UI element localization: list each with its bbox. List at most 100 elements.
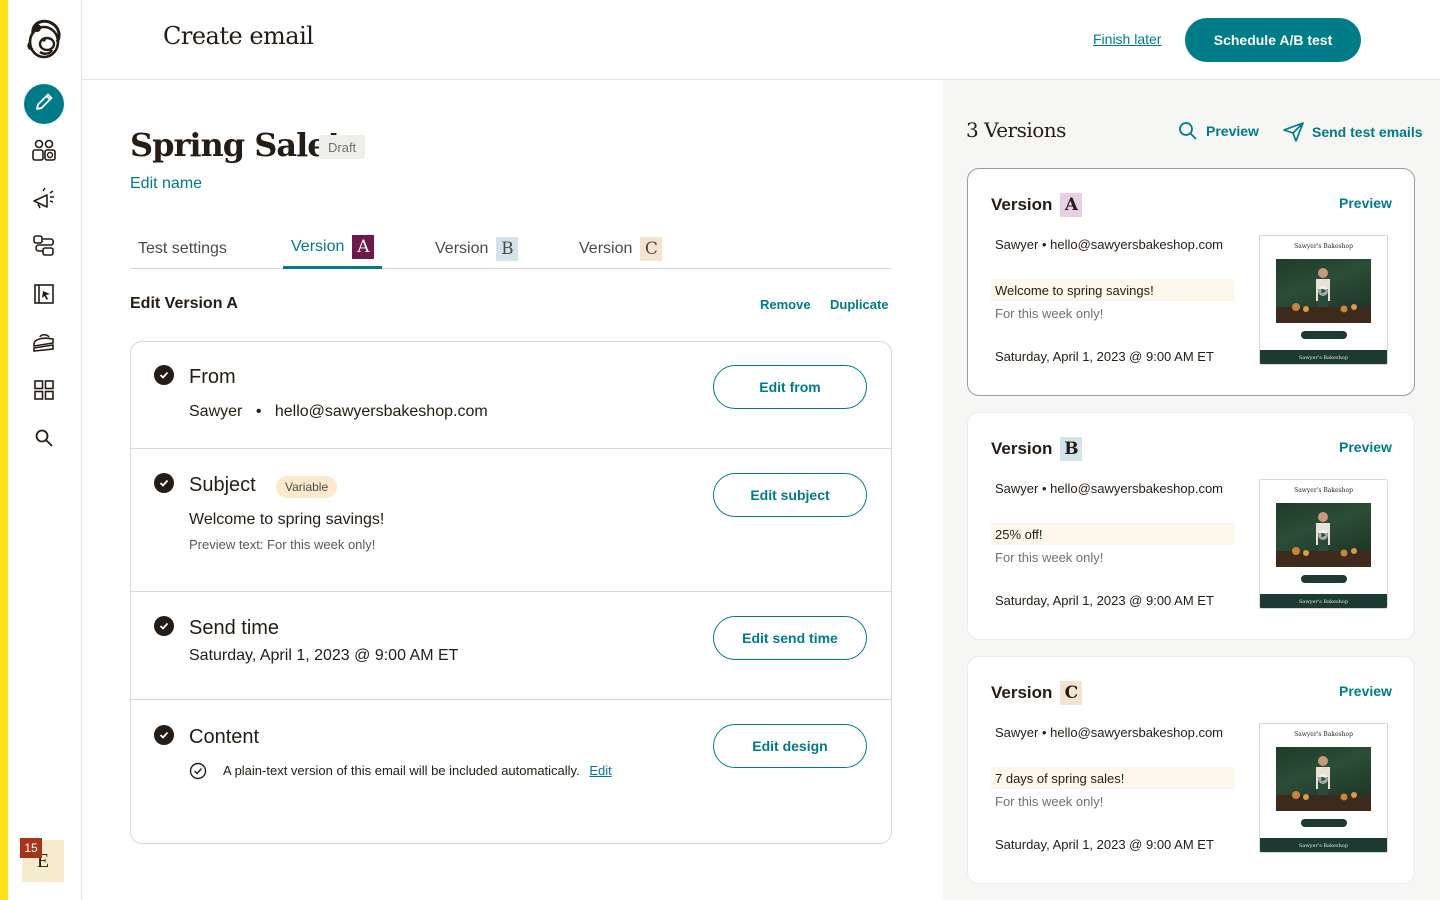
- sidebar-item-search[interactable]: [24, 420, 64, 460]
- from-name: Sawyer: [189, 403, 243, 420]
- version-card-b[interactable]: Version B Preview Sawyer • hello@sawyers…: [967, 412, 1415, 640]
- website-icon: [32, 282, 56, 311]
- thumbnail-photo: [1276, 259, 1371, 323]
- sidebar-item-content[interactable]: [24, 324, 64, 364]
- version-preview-text: For this week only!: [995, 794, 1104, 809]
- edit-name-link[interactable]: Edit name: [130, 175, 202, 193]
- campaign-name: Spring Sale!: [130, 126, 341, 164]
- search-icon: [1177, 120, 1199, 142]
- sidebar-item-create[interactable]: [24, 84, 64, 124]
- edit-design-button[interactable]: Edit design: [713, 724, 867, 768]
- search-icon: [33, 427, 55, 454]
- thumbnail-footer: Sawyer's Bakeshop: [1260, 594, 1387, 608]
- tab-label: Version: [435, 239, 489, 257]
- version-from: Sawyer • hello@sawyersbakeshop.com: [995, 237, 1224, 252]
- checklist-card: From Sawyer • hello@sawyersbakeshop.com …: [130, 341, 892, 844]
- tab-label: Version: [291, 238, 345, 255]
- edit-from-button[interactable]: Edit from: [713, 365, 867, 409]
- pencil-icon: [33, 91, 55, 118]
- version-preview-link[interactable]: Preview: [1339, 439, 1392, 455]
- tab-version-a[interactable]: Version A: [283, 228, 383, 269]
- send-test-emails-button[interactable]: Send test emails: [1282, 120, 1423, 144]
- checkmark-icon: [154, 725, 174, 745]
- preview-button[interactable]: Preview: [1177, 120, 1259, 142]
- schedule-ab-test-button[interactable]: Schedule A/B test: [1185, 18, 1361, 62]
- subject-section: Subject Variable Welcome to spring savin…: [131, 449, 891, 592]
- version-card-c[interactable]: Version C Preview Sawyer • hello@sawyers…: [967, 656, 1415, 884]
- thumbnail-button: [1301, 819, 1347, 827]
- section-heading: Edit Version A: [130, 295, 238, 312]
- versions-title: 3 Versions: [966, 118, 1066, 142]
- email-thumbnail: Sawyer's Bakeshop Sawyer's Bakeshop: [1259, 723, 1388, 853]
- audience-icon: [31, 137, 57, 168]
- finish-later-link[interactable]: Finish later: [1093, 31, 1161, 47]
- version-preview-text: For this week only!: [995, 306, 1104, 321]
- sidebar-item-integrations[interactable]: [24, 372, 64, 412]
- subject-value: Welcome to spring savings!: [189, 511, 385, 528]
- variable-badge: Variable: [276, 476, 338, 498]
- sidebar-item-website[interactable]: [24, 276, 64, 316]
- tab-version-c[interactable]: Version C: [579, 228, 663, 269]
- send-time-title: Send time: [189, 617, 280, 639]
- version-letter-badge: B: [496, 236, 519, 261]
- sidebar-item-automations[interactable]: [24, 228, 64, 268]
- subject-title: Subject: [189, 474, 256, 496]
- preview-text: Preview text: For this week only!: [189, 537, 376, 552]
- from-value: Sawyer • hello@sawyersbakeshop.com: [189, 403, 488, 421]
- version-preview-link[interactable]: Preview: [1339, 683, 1392, 699]
- notification-badge: 15: [20, 838, 42, 858]
- send-time-section: Send time Saturday, April 1, 2023 @ 9:00…: [131, 592, 891, 700]
- mailchimp-logo-icon[interactable]: [23, 16, 65, 62]
- version-card-title: Version B: [991, 437, 1083, 461]
- checkmark-icon: [154, 365, 174, 385]
- version-letter-badge: B: [1060, 437, 1083, 461]
- version-preview-link[interactable]: Preview: [1339, 195, 1392, 211]
- duplicate-link[interactable]: Duplicate: [830, 297, 889, 312]
- main-content: Spring Sale! Draft Edit name Test settin…: [82, 80, 943, 900]
- page-title: Create email: [163, 22, 314, 50]
- tab-version-b[interactable]: Version B: [435, 228, 519, 269]
- email-thumbnail: Sawyer's Bakeshop Sawyer's Bakeshop: [1259, 479, 1388, 609]
- check-circle-icon: [189, 762, 207, 780]
- version-letter-badge: C: [640, 236, 663, 261]
- tab-label: Version: [579, 239, 633, 257]
- version-letter-badge: C: [1060, 681, 1083, 705]
- version-subject: 7 days of spring sales!: [991, 767, 1235, 789]
- sidebar-item-campaigns[interactable]: [24, 180, 64, 220]
- status-badge: Draft: [319, 135, 366, 159]
- email-thumbnail: Sawyer's Bakeshop Sawyer's Bakeshop: [1259, 235, 1388, 365]
- content-section: Content A plain-text version of this ema…: [131, 700, 891, 843]
- edit-plain-text-link[interactable]: Edit: [589, 763, 611, 778]
- edit-send-time-button[interactable]: Edit send time: [713, 616, 867, 660]
- version-card-title: Version C: [991, 681, 1083, 705]
- version-send-date: Saturday, April 1, 2023 @ 9:00 AM ET: [995, 349, 1214, 364]
- tab-test-settings[interactable]: Test settings: [138, 228, 227, 269]
- send-test-label: Send test emails: [1312, 124, 1423, 140]
- from-email: hello@sawyersbakeshop.com: [274, 403, 488, 420]
- thumbnail-photo: [1276, 503, 1371, 567]
- version-subject: 25% off!: [991, 523, 1235, 545]
- version-label: Version: [991, 195, 1053, 214]
- plain-text-note: A plain-text version of this email will …: [223, 763, 612, 778]
- remove-link[interactable]: Remove: [760, 297, 811, 312]
- sidebar-item-audience[interactable]: [24, 132, 64, 172]
- thumbnail-photo: [1276, 747, 1371, 811]
- from-title: From: [189, 366, 236, 388]
- version-send-date: Saturday, April 1, 2023 @ 9:00 AM ET: [995, 837, 1214, 852]
- top-header: Create email Finish later Schedule A/B t…: [82, 0, 1440, 80]
- version-card-a[interactable]: Version A Preview Sawyer • hello@sawyers…: [967, 168, 1415, 396]
- megaphone-icon: [31, 185, 57, 216]
- thumbnail-footer: Sawyer's Bakeshop: [1260, 838, 1387, 852]
- brand-strip: [0, 0, 8, 900]
- version-card-title: Version A: [991, 193, 1083, 217]
- thumbnail-title: Sawyer's Bakeshop: [1294, 731, 1353, 738]
- version-letter-badge: A: [1060, 193, 1083, 217]
- from-section: From Sawyer • hello@sawyersbakeshop.com …: [131, 342, 891, 449]
- version-from: Sawyer • hello@sawyersbakeshop.com: [995, 481, 1224, 496]
- version-from: Sawyer • hello@sawyersbakeshop.com: [995, 725, 1224, 740]
- paper-plane-icon: [1282, 120, 1306, 144]
- thumbnail-button: [1301, 575, 1347, 583]
- edit-subject-button[interactable]: Edit subject: [713, 473, 867, 517]
- version-label: Version: [991, 683, 1053, 702]
- content-icon: [31, 329, 57, 360]
